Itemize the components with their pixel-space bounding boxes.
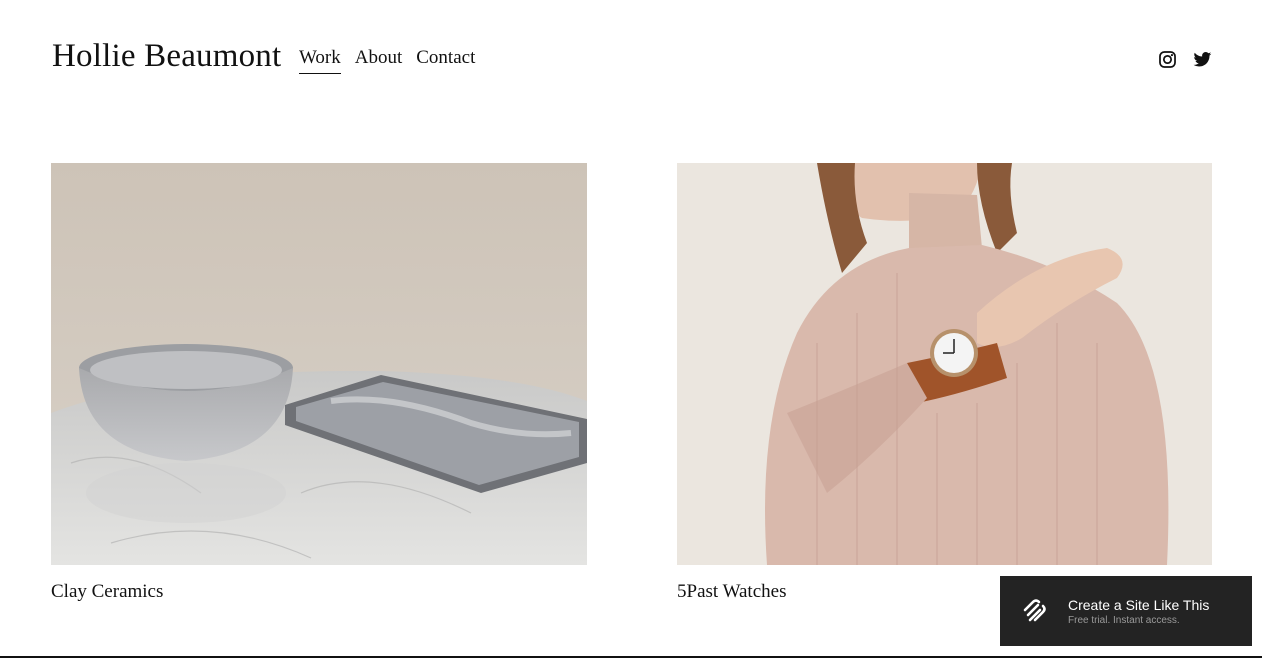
project-card-5past-watches: 5Past Watches xyxy=(677,163,1212,603)
project-image-watches[interactable] xyxy=(677,163,1212,565)
squarespace-logo-icon xyxy=(1023,599,1046,622)
twitter-icon[interactable] xyxy=(1193,50,1212,69)
nav-contact[interactable]: Contact xyxy=(416,47,475,74)
project-title[interactable]: Clay Ceramics xyxy=(51,581,587,603)
promo-text: Create a Site Like This Free trial. Inst… xyxy=(1068,597,1209,626)
nav-about[interactable]: About xyxy=(355,47,403,74)
project-card-clay-ceramics: Clay Ceramics xyxy=(51,163,587,603)
nav-work[interactable]: Work xyxy=(299,47,341,74)
promo-title: Create a Site Like This xyxy=(1068,596,1210,613)
main-nav: Work About Contact xyxy=(299,47,475,74)
site-title[interactable]: Hollie Beaumont xyxy=(52,38,281,75)
site-header: Hollie Beaumont Work About Contact xyxy=(0,0,1262,120)
promo-subtitle: Free trial. Instant access. xyxy=(1068,614,1180,626)
project-image-ceramics[interactable] xyxy=(51,163,587,565)
create-site-promo-button[interactable]: Create a Site Like This Free trial. Inst… xyxy=(1000,576,1252,646)
instagram-icon[interactable] xyxy=(1158,50,1177,69)
social-links xyxy=(1158,50,1212,69)
